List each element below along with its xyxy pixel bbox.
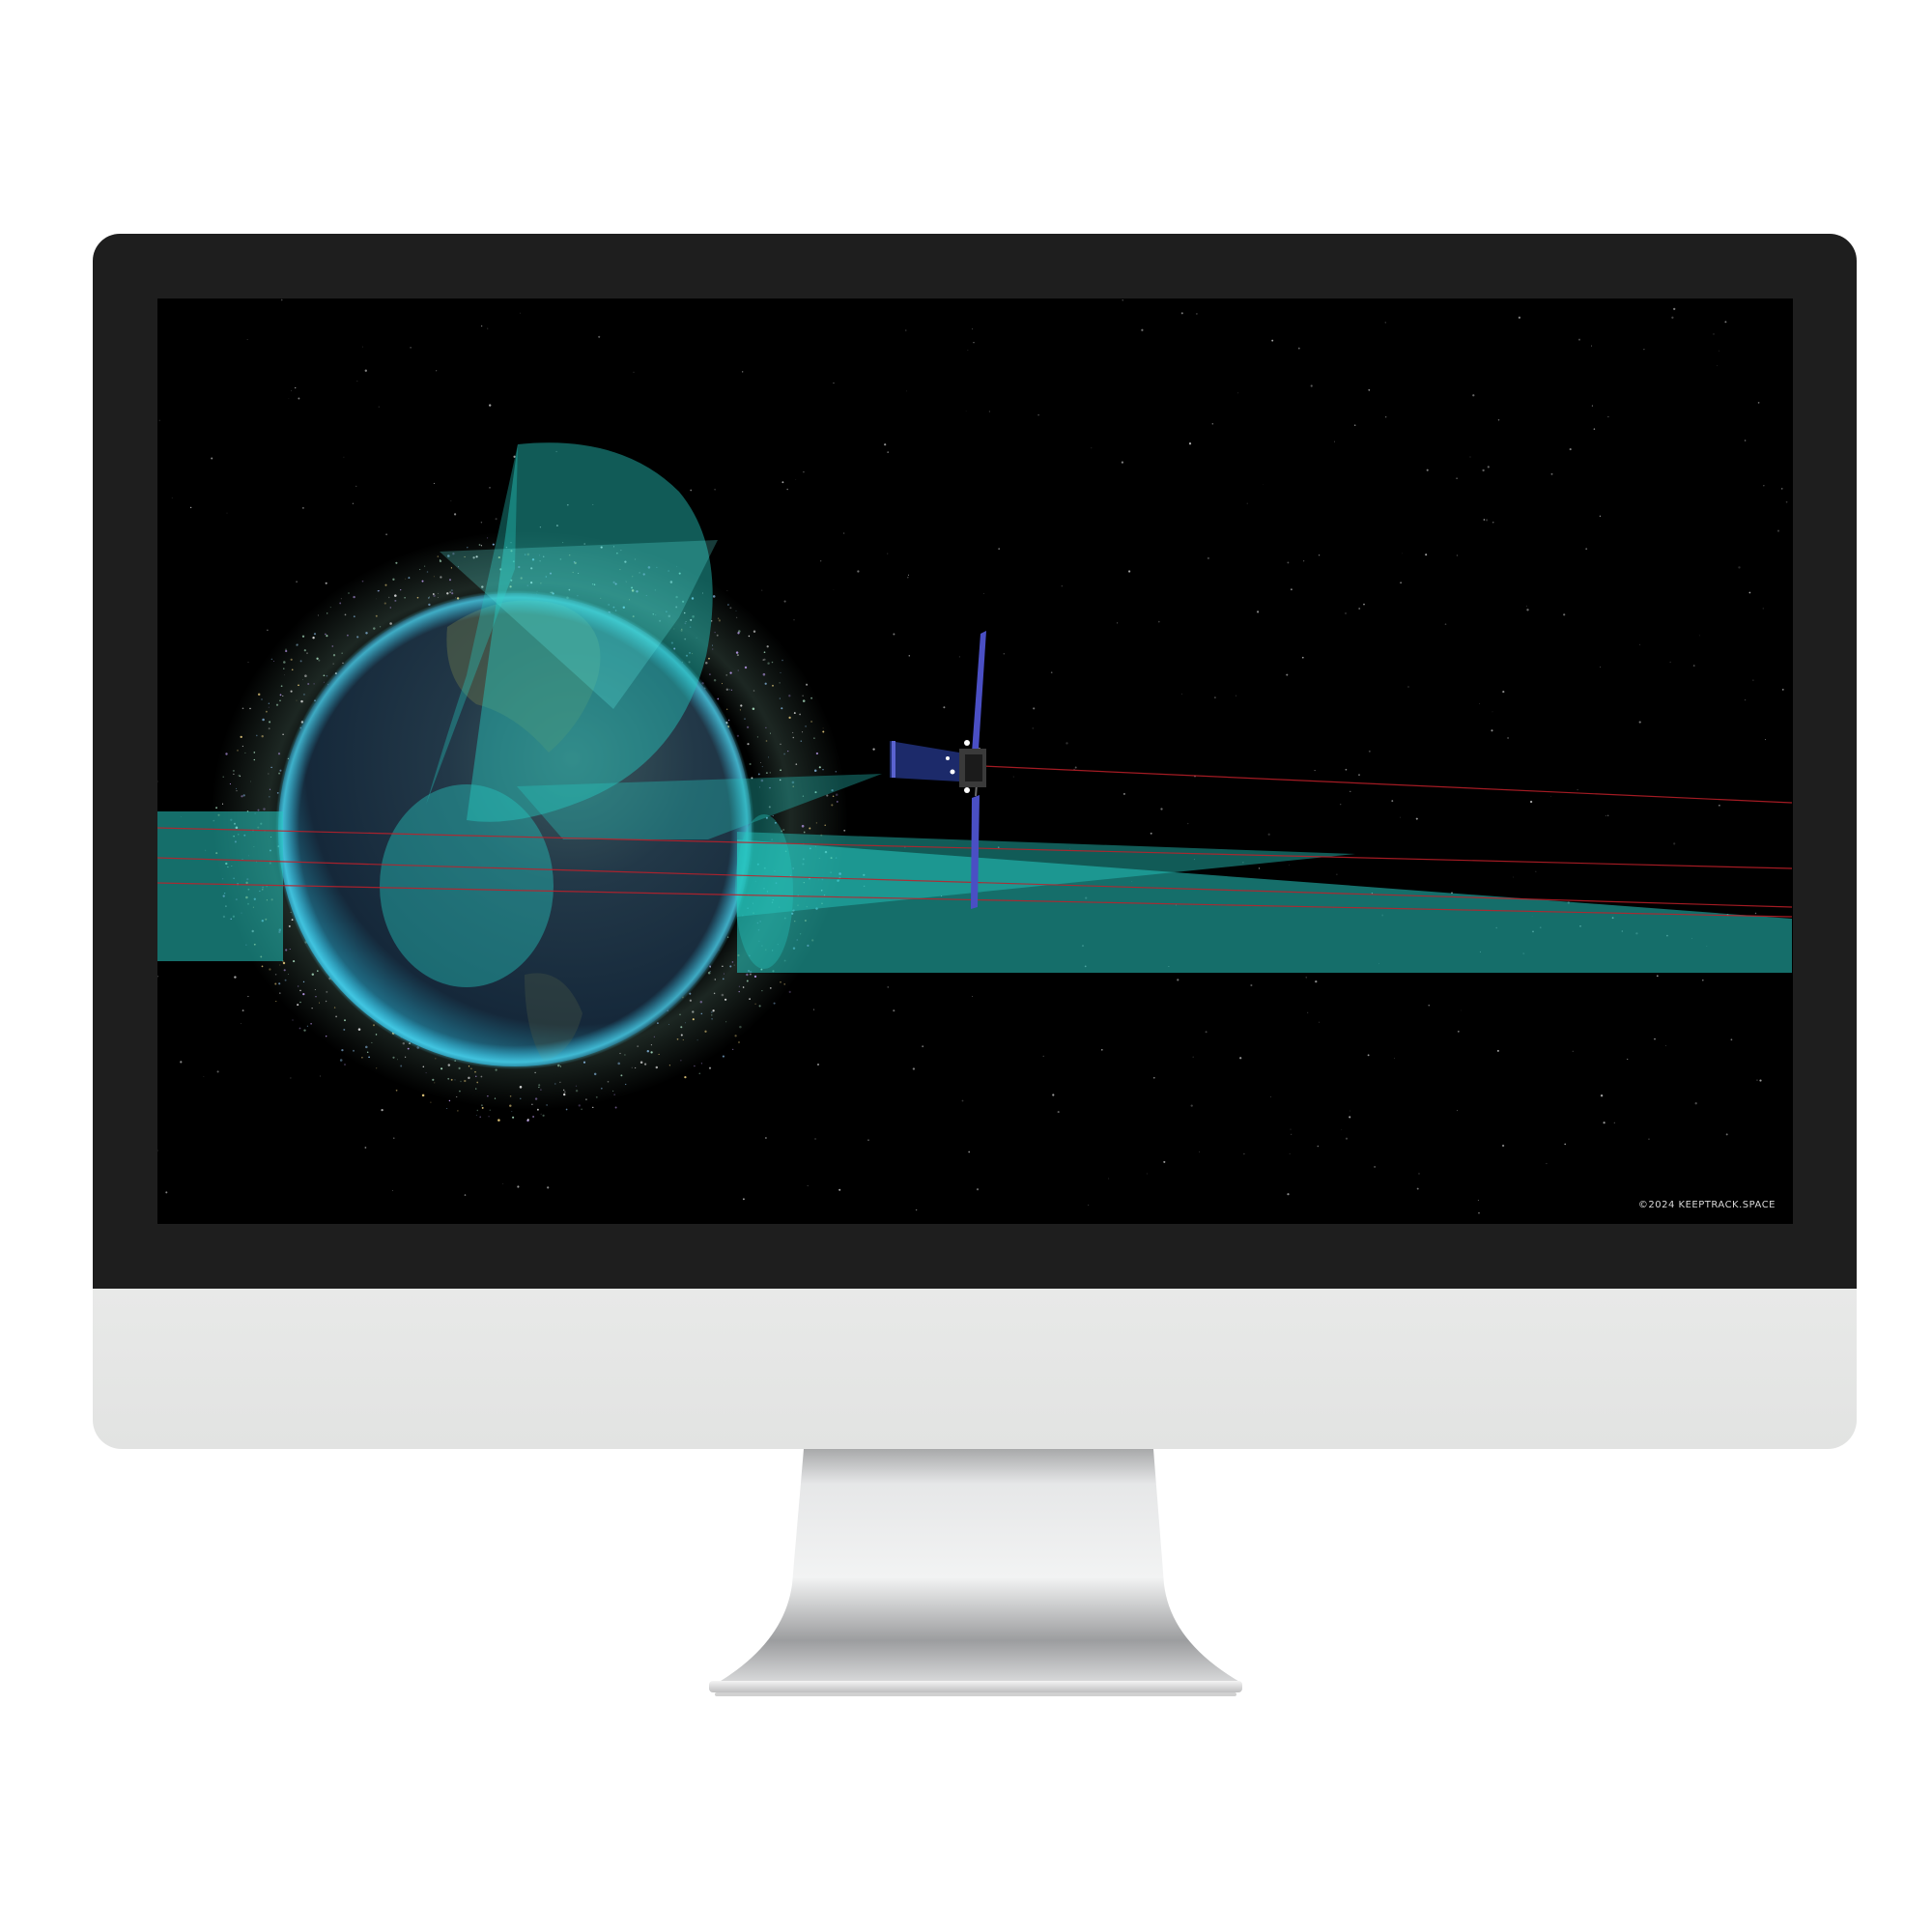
sensor-fov-beam-right	[735, 814, 1792, 973]
copyright-watermark: ©2024 KEEPTRACK.SPACE	[1637, 1200, 1776, 1210]
screen-viewport[interactable]: ©2024 KEEPTRACK.SPACE	[157, 298, 1793, 1224]
monitor-chin	[93, 1289, 1857, 1449]
orbit-line	[981, 765, 1793, 804]
desktop-monitor: ©2024 KEEPTRACK.SPACE	[0, 0, 1932, 1932]
space-scene[interactable]	[157, 298, 1793, 1224]
sensor-fov-beam-left	[157, 811, 283, 961]
